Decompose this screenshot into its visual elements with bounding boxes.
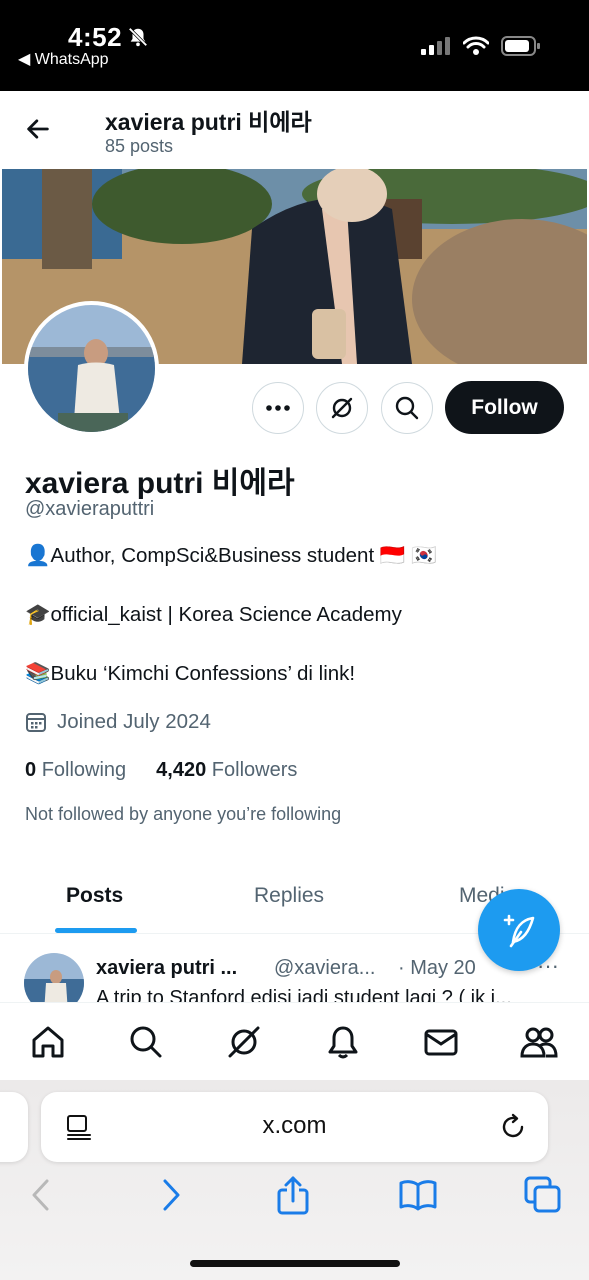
compose-feather-icon <box>503 914 535 948</box>
follow-button[interactable]: Follow <box>445 381 564 434</box>
profile-header: xaviera putri 비에라 85 posts <box>0 91 589 169</box>
signal-icon <box>421 37 450 55</box>
home-indicator <box>190 1260 400 1267</box>
joined-text: Joined July 2024 <box>57 710 211 733</box>
search-profile-button[interactable] <box>381 382 433 434</box>
bottom-navigation <box>0 1002 589 1080</box>
bio-line-3: 📚 Buku ‘Kimchi Confessions’ di link! <box>25 662 355 686</box>
followers-count: 4,420 <box>156 759 207 781</box>
followers-label: Followers <box>211 759 298 781</box>
grok-icon <box>331 397 353 419</box>
status-indicators <box>421 36 541 56</box>
profile-handle: @xavieraputtri <box>25 498 155 520</box>
following-count: 0 <box>25 759 37 781</box>
following-link[interactable]: 0 Following <box>25 759 126 782</box>
grok-nav-icon[interactable] <box>225 1023 263 1061</box>
url-text[interactable]: x.com <box>41 1112 548 1140</box>
calendar-icon <box>26 713 46 732</box>
active-tab-indicator <box>55 928 137 933</box>
profile-name: xaviera putri 비에라 <box>25 467 295 500</box>
tweet-avatar-photo <box>24 953 84 1002</box>
previous-tab-preview[interactable] <box>0 1092 28 1162</box>
avatar-photo <box>28 305 155 432</box>
share-icon[interactable] <box>273 1175 313 1215</box>
bio-text-3: Buku ‘Kimchi Confessions’ di link! <box>50 662 356 685</box>
browser-forward-icon[interactable] <box>150 1175 190 1215</box>
bell-slash-icon <box>128 27 148 47</box>
graduation-cap-icon: 🎓 <box>25 603 51 626</box>
header-title: xaviera putri 비에라 <box>105 109 312 135</box>
following-label: Following <box>41 759 127 781</box>
bio-line-1: 👤 Author, CompSci&Business student 🇮🇩 🇰🇷 <box>25 544 437 568</box>
tweet-author-name[interactable]: xaviera putri ... <box>96 957 237 980</box>
tabs-icon[interactable] <box>523 1175 563 1215</box>
status-bar: 4:52 ◀ WhatsApp <box>0 0 589 91</box>
search-icon <box>395 396 419 420</box>
tweet-date[interactable]: · May 20 <box>398 957 476 980</box>
communities-icon[interactable] <box>520 1023 558 1061</box>
tab-replies[interactable]: Replies <box>254 884 324 908</box>
battery-icon <box>501 36 540 56</box>
profile-avatar[interactable] <box>24 301 159 436</box>
address-bar[interactable]: x.com <box>41 1092 548 1162</box>
bio-text-1: Author, CompSci&Business student 🇮🇩 🇰🇷 <box>50 544 437 567</box>
notifications-bell-icon[interactable] <box>324 1023 362 1061</box>
tweet-text[interactable]: A trip to Stanford edisi jadi student la… <box>96 987 512 1002</box>
bio-line-2: 🎓 official_kaist | Korea Science Academy <box>25 603 402 627</box>
back-arrow-icon[interactable] <box>24 115 52 143</box>
reload-icon[interactable] <box>498 1112 528 1142</box>
books-icon: 📚 <box>25 662 51 685</box>
not-followed-note: Not followed by anyone you’re following <box>25 804 342 824</box>
wifi-icon <box>463 36 489 55</box>
joined-date: Joined July 2024 <box>25 710 211 734</box>
more-dots-icon <box>266 405 290 411</box>
home-icon[interactable] <box>29 1023 67 1061</box>
bio-text-2: official_kaist | Korea Science Academy <box>50 603 402 626</box>
more-options-button[interactable] <box>252 382 304 434</box>
tab-posts[interactable]: Posts <box>66 884 123 908</box>
follow-stats: 0 Following 4,420 Followers <box>25 759 297 782</box>
browser-toolbar: x.com <box>0 1080 589 1280</box>
followers-link[interactable]: 4,420 Followers <box>156 759 297 782</box>
header-post-count: 85 posts <box>105 136 174 156</box>
bookmarks-icon[interactable] <box>398 1175 438 1215</box>
explore-search-icon[interactable] <box>127 1023 165 1061</box>
tweet-author-avatar[interactable] <box>24 953 84 1002</box>
back-to-app-link[interactable]: ◀ WhatsApp <box>18 49 109 69</box>
tweet-author-handle[interactable]: @xaviera... <box>274 957 375 980</box>
person-icon: 👤 <box>25 544 51 567</box>
browser-back-icon[interactable] <box>22 1175 62 1215</box>
compose-post-button[interactable] <box>478 889 560 971</box>
messages-envelope-icon[interactable] <box>422 1023 460 1061</box>
grok-button[interactable] <box>316 382 368 434</box>
